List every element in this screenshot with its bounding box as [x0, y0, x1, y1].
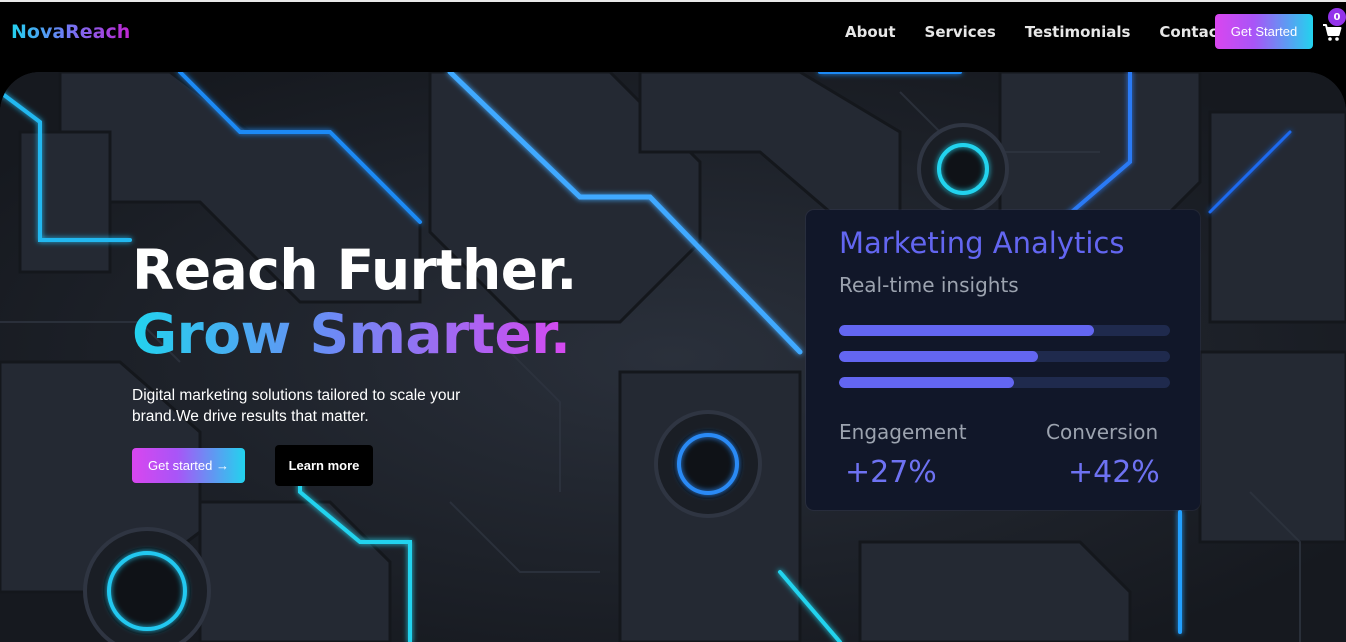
nav-links: About Services Testimonials Contact — [845, 23, 1254, 41]
progress-bar-1-fill — [839, 325, 1094, 336]
hero-title: Reach Further. Grow Smarter. — [132, 238, 577, 366]
hero-section: Reach Further. Grow Smarter. Digital mar… — [0, 72, 1346, 642]
nav-link-about[interactable]: About — [845, 23, 896, 41]
engagement-label: Engagement — [839, 420, 967, 444]
nav-link-testimonials[interactable]: Testimonials — [1025, 23, 1131, 41]
progress-bar-2 — [839, 351, 1170, 362]
analytics-card: Marketing Analytics Real-time insights E… — [806, 210, 1200, 510]
nav-link-services[interactable]: Services — [925, 23, 996, 41]
hero-title-line-1: Reach Further. — [132, 238, 577, 302]
progress-bar-3 — [839, 377, 1170, 388]
get-started-nav-button[interactable]: Get Started — [1215, 14, 1313, 49]
conversion-value: +42% — [1068, 455, 1160, 490]
engagement-value: +27% — [845, 455, 937, 490]
get-started-button[interactable]: Get started → — [132, 448, 245, 483]
analytics-card-title: Marketing Analytics — [839, 226, 1125, 260]
analytics-card-subtitle: Real-time insights — [839, 273, 1019, 297]
navbar: NovaReach About Services Testimonials Co… — [0, 0, 1346, 72]
cart-count-badge: 0 — [1328, 8, 1346, 26]
conversion-label: Conversion — [1046, 420, 1159, 444]
progress-bar-3-fill — [839, 377, 1015, 388]
hero-subtitle: Digital marketing solutions tailored to … — [132, 387, 461, 425]
brand-logo[interactable]: NovaReach — [11, 21, 130, 43]
progress-bar-2-fill — [839, 351, 1038, 362]
hero-title-line-2: Grow Smarter. — [132, 302, 577, 366]
progress-bar-1 — [839, 325, 1170, 336]
learn-more-button[interactable]: Learn more — [275, 445, 373, 486]
